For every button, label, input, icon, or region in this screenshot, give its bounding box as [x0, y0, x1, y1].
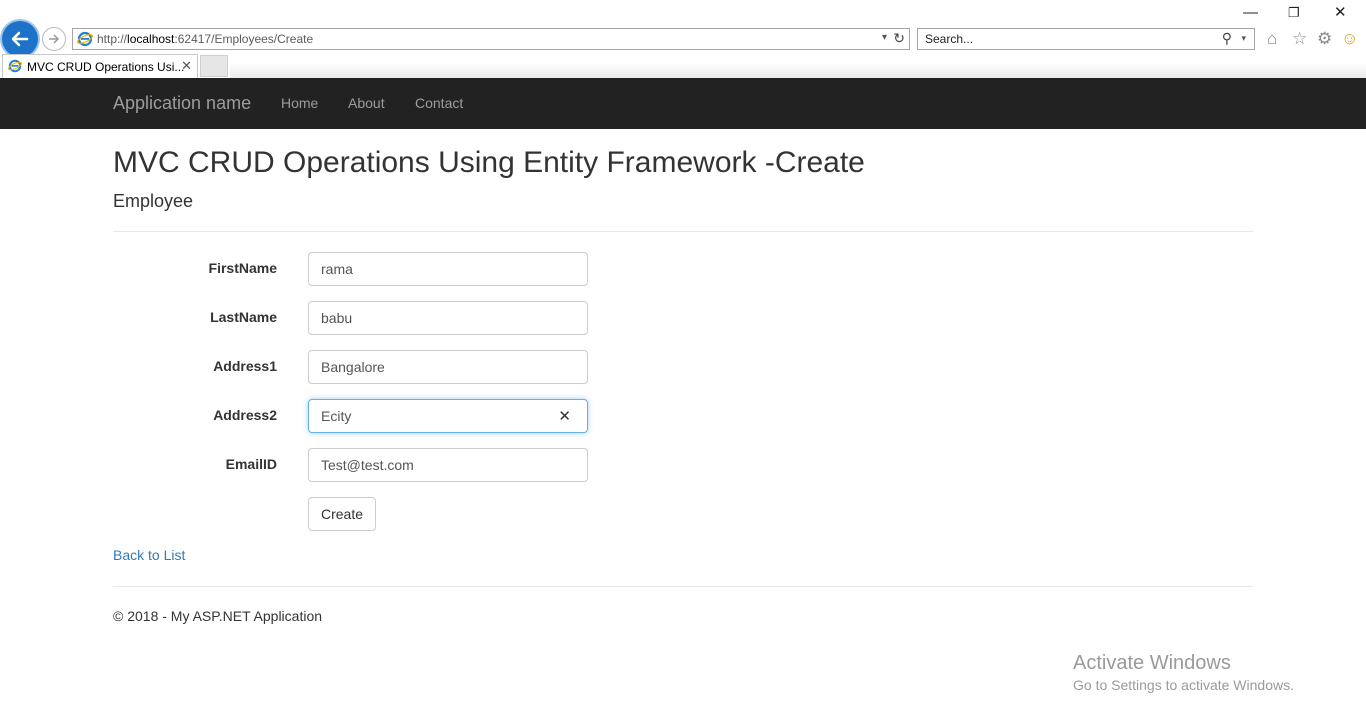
- browser-chrome: http://localhost:62417/Employees/Create …: [0, 0, 1366, 78]
- navbar-brand[interactable]: Application name: [113, 93, 251, 114]
- firstname-input[interactable]: rama: [308, 252, 588, 286]
- new-tab-button[interactable]: [200, 55, 228, 77]
- footer-text: © 2018 - My ASP.NET Application: [113, 608, 323, 624]
- browser-search-box[interactable]: Search... ⚲ ▾: [917, 28, 1255, 50]
- emailid-value: Test@test.com: [321, 457, 414, 473]
- address1-value: Bangalore: [321, 359, 385, 375]
- search-dropdown-icon[interactable]: ▾: [1241, 33, 1246, 44]
- address2-label: Address2: [213, 407, 277, 423]
- search-icon[interactable]: ⚲: [1222, 30, 1232, 47]
- forward-arrow-icon: [49, 34, 60, 44]
- favorites-icon[interactable]: ☆: [1292, 29, 1307, 49]
- back-arrow-icon: [11, 31, 29, 47]
- forward-button[interactable]: [42, 27, 66, 51]
- window-close-icon[interactable]: ✕: [1334, 4, 1347, 22]
- nav-link-contact[interactable]: Contact: [415, 95, 463, 111]
- address-bar[interactable]: http://localhost:62417/Employees/Create …: [72, 28, 910, 50]
- address-dropdown-icon[interactable]: ▾: [882, 32, 887, 43]
- emailid-label: EmailID: [225, 456, 277, 472]
- smiley-icon[interactable]: ☺: [1341, 29, 1358, 49]
- tab-strip-background: [230, 62, 1366, 78]
- page-subtitle: Employee: [113, 191, 194, 211]
- restore-icon[interactable]: ❐: [1288, 4, 1300, 22]
- lastname-input[interactable]: babu: [308, 301, 588, 335]
- address2-value: Ecity: [321, 408, 352, 424]
- activation-watermark-text: Go to Settings to activate Windows.: [1073, 677, 1294, 693]
- lastname-value: babu: [321, 310, 353, 326]
- address-url: http://localhost:62417/Employees/Create: [97, 32, 314, 46]
- ie-tab-icon: [8, 59, 22, 73]
- clear-field-icon[interactable]: ✕: [558, 407, 571, 425]
- address1-label: Address1: [213, 358, 277, 374]
- divider: [113, 231, 1253, 232]
- firstname-value: rama: [321, 261, 353, 277]
- nav-link-about[interactable]: About: [348, 95, 385, 111]
- firstname-label: FirstName: [208, 260, 277, 276]
- address1-input[interactable]: Bangalore: [308, 350, 588, 384]
- ie-page-icon: [77, 31, 93, 47]
- tab-title: MVC CRUD Operations Usi...: [27, 60, 185, 74]
- emailid-input[interactable]: Test@test.com: [308, 448, 588, 482]
- activation-watermark-title: Activate Windows: [1073, 652, 1231, 674]
- search-placeholder: Search...: [925, 32, 974, 46]
- back-to-list-link[interactable]: Back to List: [113, 547, 185, 563]
- refresh-icon[interactable]: ↻: [893, 30, 905, 47]
- navbar: Application name Home About Contact: [0, 78, 1366, 129]
- minimize-icon[interactable]: —: [1243, 4, 1258, 22]
- home-icon[interactable]: ⌂: [1267, 29, 1277, 49]
- nav-link-home[interactable]: Home: [281, 95, 318, 111]
- lastname-label: LastName: [210, 309, 277, 325]
- tab-close-icon[interactable]: ✕: [181, 58, 192, 74]
- create-button[interactable]: Create: [308, 497, 376, 531]
- browser-tab[interactable]: MVC CRUD Operations Usi... ✕: [2, 54, 198, 78]
- page-title: MVC CRUD Operations Using Entity Framewo…: [113, 146, 865, 179]
- footer-divider: [113, 586, 1253, 587]
- address2-input[interactable]: Ecity ✕: [308, 399, 588, 433]
- settings-icon[interactable]: ⚙: [1317, 29, 1332, 49]
- back-button[interactable]: [2, 21, 38, 57]
